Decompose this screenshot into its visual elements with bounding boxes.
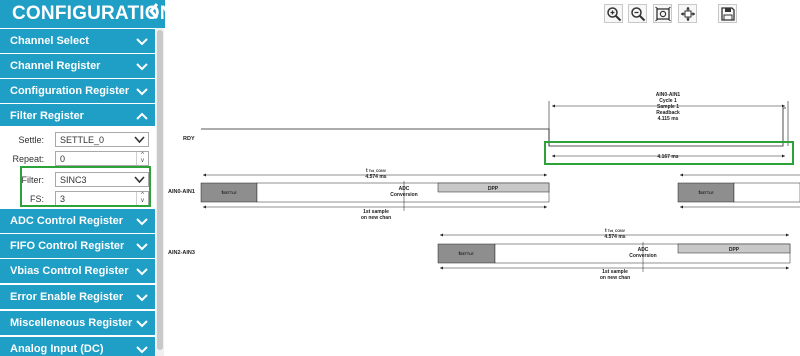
readback-line-5: 4.115 ms	[658, 116, 679, 122]
sidebar-item-adc-control-register[interactable]: ADC Control Register	[0, 209, 155, 233]
sidebar-item-label: Channel Select	[10, 35, 89, 47]
repeat-label: Repeat:	[12, 154, 44, 164]
row1-dpp-label: DPP	[488, 186, 499, 192]
row2-first-sample-line-2: on new chan	[600, 275, 630, 281]
sidebar-item-vbias-control-register[interactable]: Vbias Control Register	[0, 259, 155, 283]
rdy-waveform	[201, 107, 786, 147]
save-button[interactable]	[718, 4, 737, 23]
chevron-down-icon	[135, 34, 149, 48]
chevron-down-icon	[135, 239, 149, 253]
configuration-header: CONFIGURATION	[0, 0, 173, 28]
chevron-down-icon	[135, 84, 149, 98]
ain0-ain1-row-label: AIN0-AIN1	[168, 189, 195, 195]
period-highlight-box	[544, 141, 794, 165]
timing-diagram: RDY AIN0-AIN1 AIN2-AIN3 AIN0-AIN1 Cycle …	[166, 28, 800, 356]
configuration-sidebar: CONFIGURATION Channel Select Channel Reg…	[0, 0, 173, 356]
zoom-out-button[interactable]	[628, 4, 647, 23]
period-label: 4.167 ms	[657, 154, 678, 160]
row1-next-conversion-box	[733, 182, 800, 203]
sidebar-item-configuration-register[interactable]: Configuration Register	[0, 79, 155, 103]
sidebar-item-label: Vbias Control Register	[10, 265, 129, 277]
filter-fs-highlight-box	[20, 166, 151, 207]
ain2-ain3-row-label: AIN2-AIN3	[168, 250, 195, 256]
pan-button[interactable]	[678, 4, 697, 23]
chevron-down-icon	[135, 290, 149, 304]
chevron-down-icon	[135, 264, 149, 278]
settle-select[interactable]: SETTLE_0	[55, 132, 149, 147]
chevron-down-icon	[134, 134, 145, 145]
sidebar-item-analog-input-dc[interactable]: Analog Input (DC)	[0, 337, 155, 356]
zoom-out-icon	[631, 7, 646, 22]
chevron-down-icon	[135, 342, 149, 356]
fit-to-window-icon	[655, 6, 671, 22]
settle-value: SETTLE_0	[60, 135, 105, 145]
fit-to-window-button[interactable]	[653, 4, 672, 23]
save-icon	[721, 7, 735, 21]
sidebar-item-channel-select[interactable]: Channel Select	[0, 29, 155, 53]
sidebar-item-label: Filter Register	[10, 110, 84, 122]
settle-label: Settle:	[18, 135, 44, 145]
sidebar-item-label: Channel Register	[10, 60, 101, 72]
sidebar-item-error-enable-register[interactable]: Error Enable Register	[0, 285, 155, 309]
zoom-in-icon	[607, 7, 622, 22]
chevron-down-icon	[135, 59, 149, 73]
repeat-stepper[interactable]: 0 ^ v	[55, 151, 149, 166]
sidebar-scroll-thumb[interactable]	[157, 30, 163, 350]
sidebar-item-miscelleneous-register[interactable]: Miscelleneous Register	[0, 311, 155, 335]
chevron-up-icon	[135, 109, 149, 123]
zoom-in-button[interactable]	[604, 4, 623, 23]
sidebar-item-filter-register[interactable]: Filter Register	[0, 104, 155, 128]
sidebar-item-label: Analog Input (DC)	[10, 343, 104, 355]
sidebar-item-label: ADC Control Register	[10, 215, 124, 227]
pan-icon	[681, 7, 695, 21]
chevron-left-icon[interactable]	[145, 2, 163, 24]
stepper-arrows-icon[interactable]: ^ v	[136, 152, 148, 165]
sidebar-item-label: Miscelleneous Register	[10, 317, 133, 329]
sidebar-item-fifo-control-register[interactable]: FIFO Control Register	[0, 234, 155, 258]
chevron-down-icon	[135, 316, 149, 330]
sidebar-item-channel-register[interactable]: Channel Register	[0, 54, 155, 78]
row2-dpp-label: DPP	[729, 247, 740, 253]
sidebar-item-label: Configuration Register	[10, 85, 130, 97]
chevron-down-icon	[135, 214, 149, 228]
row1-first-sample-line-2: on new chan	[361, 215, 391, 221]
sidebar-item-label: FIFO Control Register	[10, 240, 125, 252]
sidebar-item-label: Error Enable Register	[10, 291, 124, 303]
repeat-value: 0	[60, 154, 66, 164]
rdy-signal-label: RDY	[183, 136, 195, 142]
